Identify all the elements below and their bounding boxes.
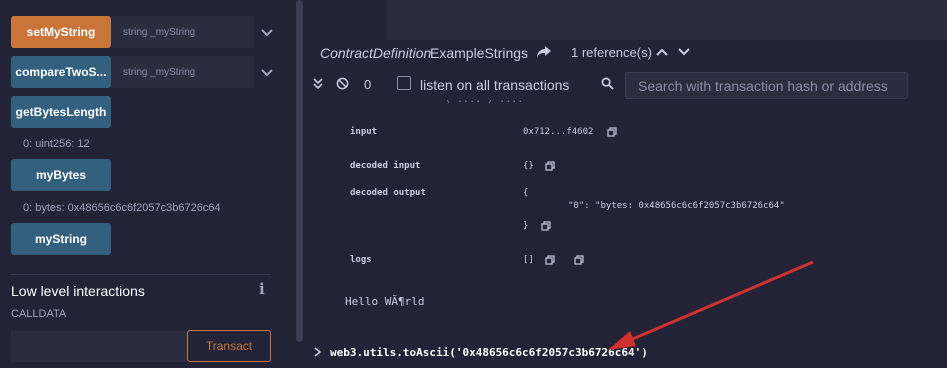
chevron-up-icon[interactable] [656,47,668,57]
getBytesLength-result: 0: uint256: 12 [23,138,90,150]
references-label: 1 reference(s) [571,45,652,60]
listen-label: listen on all transactions [420,77,570,93]
tx-decoded-output-open: { [523,188,529,198]
deployed-contract-panel: setMyString string _myString compareTwoS… [0,0,283,368]
divider [11,274,271,275]
search-input[interactable] [625,72,908,99]
terminal-body [305,100,947,368]
contract-kind-label: ContractDefinition [320,45,432,61]
transact-button[interactable]: Transact [187,330,271,362]
tx-logs-key: logs [350,255,372,265]
left-panel-scrollbar[interactable] [283,0,305,368]
share-arrow-icon[interactable] [536,45,552,59]
chevron-down-icon[interactable] [259,24,275,40]
tx-decoded-output-close: } [523,221,529,231]
myBytes-result: 0: bytes: 0x48656c6c6f2057c3b6726c64 [23,202,221,214]
chevron-down-icon[interactable] [259,64,275,80]
double-chevron-down-icon[interactable] [313,78,323,90]
page-bottom-edge [0,368,947,374]
listen-checkbox[interactable] [397,76,411,90]
editor-tab[interactable] [305,0,387,40]
tx-decoded-input-value: {} [523,161,534,171]
tx-decoded-input-key: decoded input [350,161,421,171]
chevron-down-icon[interactable] [678,47,690,57]
pending-transactions-count: 0 [364,77,372,92]
tx-decoded-output-key: decoded output [350,188,426,198]
copy-icon[interactable] [541,221,551,231]
getBytesLength-button[interactable]: getBytesLength [11,96,111,128]
copy-icon[interactable] [545,255,555,265]
copy-icon[interactable] [545,161,555,171]
tx-decoded-output-line: "0": "bytes: 0x48656c6c6f2057c3b6726c64" [568,201,785,211]
tx-input-key: input [350,127,378,137]
calldata-input[interactable] [11,331,187,362]
low-level-interactions-title: Low level interactions [11,283,145,299]
compareTwoStrings-button[interactable]: compareTwoS... [11,56,111,88]
tx-logs-value: [] [523,255,534,265]
terminal-partial-line: ( .... ) .... [305,100,947,104]
myBytes-button[interactable]: myBytes [11,159,111,191]
scrollbar-thumb[interactable] [296,0,303,342]
tx-input-value: 0x712...f4602 [523,127,594,137]
prompt-chevron-icon [314,347,322,357]
copy-icon[interactable] [574,255,584,265]
ban-icon[interactable] [336,77,349,90]
search-icon [601,77,614,90]
compareTwoStrings-input[interactable]: string _myString [111,56,254,88]
calldata-label: CALLDATA [11,308,67,320]
setMyString-input[interactable]: string _myString [111,16,254,48]
contract-name-label: ExampleStrings [430,45,529,61]
terminal-output-text: Hello WÃ¶rld [345,295,425,308]
setMyString-button[interactable]: setMyString [11,16,111,48]
info-icon[interactable]: i [259,280,271,298]
terminal-command-input[interactable]: web3.utils.toAscii('0x48656c6c6f2057c3b6… [330,346,648,359]
myString-button[interactable]: myString [11,223,111,255]
copy-icon[interactable] [607,127,617,137]
editor-tab-strip [305,0,947,40]
editor-terminal-area: ContractDefinition ExampleStrings 1 refe… [305,0,947,368]
